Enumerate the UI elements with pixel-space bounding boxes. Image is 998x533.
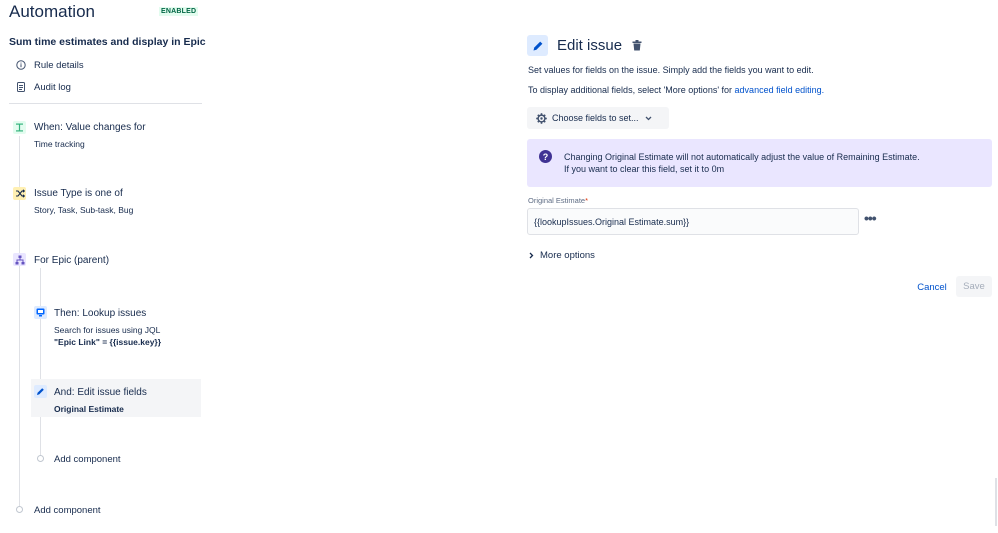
- condition-title[interactable]: Issue Type is one of: [34, 188, 123, 199]
- hierarchy-icon: [13, 253, 26, 266]
- field-label-text: Original Estimate: [528, 196, 586, 205]
- add-component-inner[interactable]: Add component: [54, 454, 121, 465]
- info-line-1: Changing Original Estimate will not auto…: [564, 152, 920, 162]
- chevron-right-icon: [529, 252, 534, 259]
- more-options-label: More options: [540, 250, 595, 261]
- more-options-toggle[interactable]: More options: [529, 250, 595, 261]
- original-estimate-input[interactable]: [527, 208, 859, 235]
- trigger-subtitle: Time tracking: [34, 139, 85, 149]
- trigger-title[interactable]: When: Value changes for: [34, 122, 146, 133]
- info-icon: [15, 60, 27, 70]
- advanced-field-editing-link[interactable]: advanced field editing.: [735, 85, 825, 95]
- nav-audit-log-label: Audit log: [34, 81, 71, 93]
- field-label: Original Estimate*: [528, 196, 588, 205]
- help-text-2-prefix: To display additional fields, select 'Mo…: [528, 85, 735, 95]
- lookup-icon: [34, 306, 47, 319]
- choose-fields-button[interactable]: Choose fields to set...: [527, 107, 669, 129]
- lookup-subtitle: Search for issues using JQL: [54, 325, 161, 335]
- app-title: Automation: [9, 2, 95, 21]
- save-button[interactable]: Save: [956, 276, 992, 297]
- lookup-jql: "Epic Link" = {{issue.key}}: [54, 337, 162, 347]
- divider: [9, 103, 202, 104]
- nav-rule-details-label: Rule details: [34, 59, 84, 71]
- nav-rule-details[interactable]: Rule details: [15, 58, 84, 72]
- lookup-title[interactable]: Then: Lookup issues: [54, 308, 146, 319]
- nav-audit-log[interactable]: Audit log: [15, 80, 71, 94]
- choose-fields-label: Choose fields to set...: [552, 113, 639, 123]
- condition-subtitle: Story, Task, Sub-task, Bug: [34, 205, 134, 215]
- flow-line-branch: [40, 268, 41, 456]
- edit-title[interactable]: And: Edit issue fields: [54, 387, 147, 398]
- trigger-icon: [13, 121, 26, 134]
- add-component-dot: [37, 455, 44, 462]
- document-icon: [15, 82, 27, 92]
- pencil-icon: [34, 385, 47, 398]
- trash-icon[interactable]: [632, 40, 642, 54]
- question-icon: ?: [539, 150, 552, 163]
- add-component-dot-outer: [16, 506, 23, 513]
- edit-pencil-icon: [527, 35, 548, 56]
- help-text-2: To display additional fields, select 'Mo…: [528, 85, 824, 95]
- help-text-1: Set values for fields on the issue. Simp…: [528, 65, 814, 75]
- branch-title[interactable]: For Epic (parent): [34, 255, 109, 266]
- shuffle-icon: [13, 187, 26, 200]
- chevron-down-icon: [645, 116, 652, 121]
- info-line-2: If you want to clear this field, set it …: [564, 164, 725, 174]
- status-badge: ENABLED: [159, 7, 199, 16]
- gear-icon: [536, 112, 547, 124]
- scrollbar[interactable]: [995, 478, 997, 526]
- editor-title: Edit issue: [557, 37, 623, 54]
- required-mark: *: [585, 196, 589, 205]
- add-component-outer[interactable]: Add component: [34, 505, 101, 516]
- field-more-actions-button[interactable]: •••: [864, 210, 877, 226]
- cancel-button[interactable]: Cancel: [914, 277, 950, 297]
- info-message: ? Changing Original Estimate will not au…: [527, 139, 992, 187]
- edit-subtitle: Original Estimate: [54, 404, 124, 414]
- rule-name: Sum time estimates and display in Epic: [9, 36, 206, 48]
